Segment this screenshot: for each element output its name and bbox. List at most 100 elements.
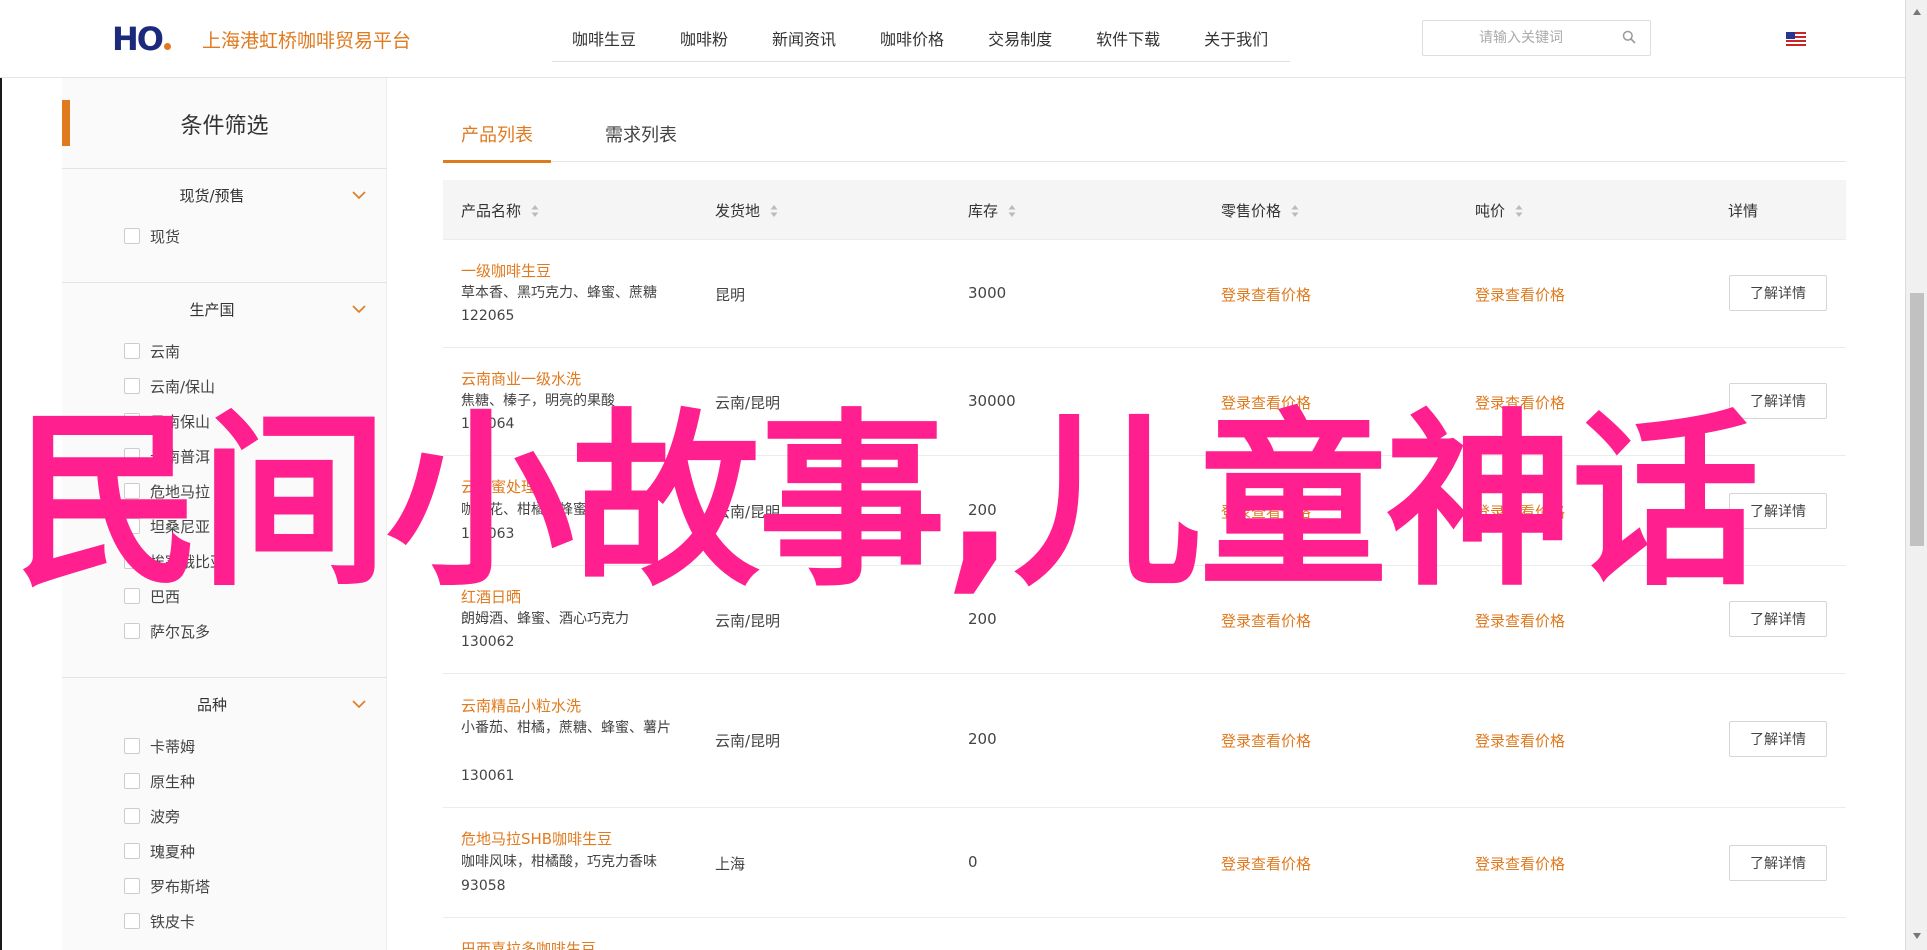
checkbox[interactable] (124, 808, 140, 824)
stock-cell: 3000 (968, 284, 1007, 302)
filter-option-label: 埃塞俄比亚 (150, 552, 226, 571)
filter-option[interactable]: 危地马拉 (124, 479, 210, 503)
column-header-stock[interactable]: 库存 (968, 200, 1016, 221)
chevron-down-icon[interactable] (352, 699, 366, 709)
filter-option[interactable]: 云南/保山 (124, 374, 215, 398)
ton-price-login-link[interactable]: 登录查看价格 (1475, 610, 1565, 631)
retail-price-login-link[interactable]: 登录查看价格 (1221, 501, 1311, 522)
search-input[interactable] (1423, 21, 1613, 55)
search-icon[interactable] (1622, 30, 1636, 44)
chevron-down-icon[interactable] (352, 190, 366, 200)
filter-option-label: 波旁 (150, 807, 181, 826)
us-flag-icon[interactable] (1786, 32, 1806, 46)
filter-group-origin-country[interactable]: 生产国 (62, 299, 387, 323)
detail-button[interactable]: 了解详情 (1729, 493, 1827, 529)
filter-option[interactable]: 卡蒂姆 (124, 734, 195, 758)
detail-button[interactable]: 了解详情 (1729, 845, 1827, 881)
filter-option[interactable]: 埃塞俄比亚 (124, 549, 225, 573)
product-name-link[interactable]: 一级咖啡生豆 (461, 260, 551, 281)
checkbox[interactable] (124, 623, 140, 639)
retail-price-login-link[interactable]: 登录查看价格 (1221, 610, 1311, 631)
checkbox[interactable] (124, 588, 140, 604)
table-row: 云南商业一级水洗 焦糖、榛子，明亮的果酸 130064 云南/昆明 30000 … (443, 348, 1846, 456)
filter-option[interactable]: 云南普洱 (124, 444, 210, 468)
scroll-up-arrow-icon[interactable] (1912, 8, 1922, 16)
sort-icon[interactable] (1515, 204, 1523, 218)
table-row: 红酒日晒 朗姆酒、蜂蜜、酒心巧克力 130062 云南/昆明 200 登录查看价… (443, 566, 1846, 674)
filter-option[interactable]: 铁皮卡 (124, 909, 195, 933)
column-header-origin[interactable]: 发货地 (715, 200, 778, 221)
filter-group-variety[interactable]: 品种 (62, 694, 387, 718)
sort-icon[interactable] (1008, 204, 1016, 218)
retail-price-login-link[interactable]: 登录查看价格 (1221, 284, 1311, 305)
nav-item-about[interactable]: 关于我们 (1204, 18, 1268, 61)
checkbox[interactable] (124, 773, 140, 789)
filter-option[interactable]: 原生种 (124, 769, 195, 793)
retail-price-login-link[interactable]: 登录查看价格 (1221, 853, 1311, 874)
tab-demand-list[interactable]: 需求列表 (605, 121, 677, 147)
filter-option[interactable]: 现货 (124, 224, 180, 248)
checkbox[interactable] (124, 378, 140, 394)
filter-option[interactable]: 波旁 (124, 804, 180, 828)
column-header-ton-price[interactable]: 吨价 (1475, 200, 1523, 221)
checkbox[interactable] (124, 228, 140, 244)
site-name[interactable]: 上海港虹桥咖啡贸易平台 (202, 26, 411, 53)
product-name-link[interactable]: 云南精品小粒水洗 (461, 695, 581, 716)
sidebar-divider (62, 677, 387, 678)
checkbox[interactable] (124, 738, 140, 754)
checkbox[interactable] (124, 553, 140, 569)
chevron-down-icon[interactable] (352, 304, 366, 314)
product-name-link[interactable]: 红酒日晒 (461, 586, 521, 607)
product-name-link[interactable]: 云南商业一级水洗 (461, 368, 581, 389)
sort-icon[interactable] (531, 204, 539, 218)
nav-item-news[interactable]: 新闻资讯 (772, 18, 836, 61)
filter-option[interactable]: 云南 (124, 339, 180, 363)
retail-price-login-link[interactable]: 登录查看价格 (1221, 730, 1311, 751)
table-row: 云南精品小粒水洗 小番茄、柑橘，蔗糖、蜂蜜、薯片 130061 云南/昆明 20… (443, 674, 1846, 808)
retail-price-login-link[interactable]: 登录查看价格 (1221, 392, 1311, 413)
ton-price-login-link[interactable]: 登录查看价格 (1475, 501, 1565, 522)
filter-option[interactable]: 坦桑尼亚 (124, 514, 210, 538)
product-description: 焦糖、榛子，明亮的果酸 (461, 393, 615, 409)
sort-icon[interactable] (1291, 204, 1299, 218)
checkbox[interactable] (124, 843, 140, 859)
nav-item-download[interactable]: 软件下载 (1096, 18, 1160, 61)
column-header-retail-price[interactable]: 零售价格 (1221, 200, 1299, 221)
scroll-down-arrow-icon[interactable] (1912, 932, 1922, 940)
nav-item-coffee-powder[interactable]: 咖啡粉 (680, 18, 728, 61)
ton-price-login-link[interactable]: 登录查看价格 (1475, 853, 1565, 874)
checkbox[interactable] (124, 343, 140, 359)
checkbox[interactable] (124, 413, 140, 429)
checkbox[interactable] (124, 878, 140, 894)
nav-item-prices[interactable]: 咖啡价格 (880, 18, 944, 61)
filter-group-stock-type[interactable]: 现货/预售 (62, 185, 387, 209)
filter-option[interactable]: 巴西 (124, 584, 180, 608)
product-name-link[interactable]: 危地马拉SHB咖啡生豆 (461, 828, 612, 849)
ton-price-login-link[interactable]: 登录查看价格 (1475, 730, 1565, 751)
filter-option[interactable]: 萨尔瓦多 (124, 619, 210, 643)
checkbox[interactable] (124, 483, 140, 499)
ton-price-login-link[interactable]: 登录查看价格 (1475, 284, 1565, 305)
detail-button[interactable]: 了解详情 (1729, 383, 1827, 419)
page-scrollbar[interactable] (1905, 0, 1927, 950)
filter-option[interactable]: 瑰夏种 (124, 839, 195, 863)
nav-item-green-beans[interactable]: 咖啡生豆 (572, 18, 636, 61)
detail-button[interactable]: 了解详情 (1729, 721, 1827, 757)
product-name-link[interactable]: 巴西喜拉多咖啡生豆 (461, 938, 596, 950)
tab-product-list[interactable]: 产品列表 (461, 121, 533, 147)
sort-icon[interactable] (770, 204, 778, 218)
checkbox[interactable] (124, 913, 140, 929)
detail-button[interactable]: 了解详情 (1729, 275, 1827, 311)
sidebar-divider (62, 282, 387, 283)
checkbox[interactable] (124, 448, 140, 464)
scroll-thumb[interactable] (1910, 293, 1924, 546)
detail-button[interactable]: 了解详情 (1729, 601, 1827, 637)
nav-item-trading-rules[interactable]: 交易制度 (988, 18, 1052, 61)
filter-option[interactable]: 罗布斯塔 (124, 874, 210, 898)
filter-option[interactable]: 云南保山 (124, 409, 210, 433)
column-header-product-name[interactable]: 产品名称 (461, 200, 539, 221)
logo[interactable]: HO (112, 20, 171, 58)
checkbox[interactable] (124, 518, 140, 534)
ton-price-login-link[interactable]: 登录查看价格 (1475, 392, 1565, 413)
product-name-link[interactable]: 云南蜜处理 (461, 476, 536, 497)
